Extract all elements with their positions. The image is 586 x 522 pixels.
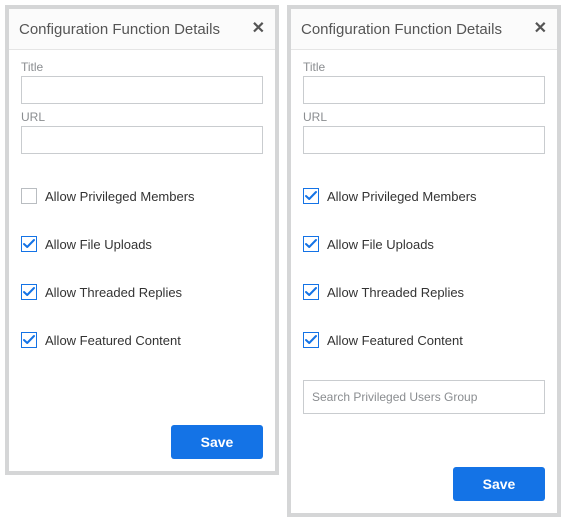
config-panel-right: Configuration Function Details ✕ Title U… [287, 5, 561, 517]
allow-threads-label: Allow Threaded Replies [45, 285, 182, 300]
panel-footer: Save [159, 413, 275, 471]
panel-header: Configuration Function Details ✕ [9, 9, 275, 50]
config-panel-left: Configuration Function Details ✕ Title U… [5, 5, 279, 475]
panel-footer: Save [441, 455, 557, 513]
checkbox-group: Allow Privileged Members Allow File Uplo… [21, 188, 263, 348]
title-input[interactable] [303, 76, 545, 104]
url-input[interactable] [21, 126, 263, 154]
allow-featured-checkbox[interactable] [21, 332, 37, 348]
panel-title: Configuration Function Details [301, 21, 502, 38]
panel-header: Configuration Function Details ✕ [291, 9, 557, 50]
allow-privileged-label: Allow Privileged Members [45, 189, 195, 204]
allow-threads-checkbox[interactable] [21, 284, 37, 300]
allow-featured-checkbox[interactable] [303, 332, 319, 348]
url-label: URL [303, 110, 545, 124]
url-label: URL [21, 110, 263, 124]
allow-privileged-label: Allow Privileged Members [327, 189, 477, 204]
close-icon[interactable]: ✕ [252, 21, 265, 37]
allow-uploads-label: Allow File Uploads [45, 237, 152, 252]
save-button[interactable]: Save [171, 425, 263, 459]
save-button[interactable]: Save [453, 467, 545, 501]
allow-threads-label: Allow Threaded Replies [327, 285, 464, 300]
allow-privileged-checkbox[interactable] [303, 188, 319, 204]
allow-threads-checkbox[interactable] [303, 284, 319, 300]
title-input[interactable] [21, 76, 263, 104]
panel-body: Title URL Allow Privileged Members Allow… [9, 50, 275, 348]
search-privileged-input[interactable] [303, 380, 545, 414]
title-label: Title [21, 60, 263, 74]
allow-privileged-checkbox[interactable] [21, 188, 37, 204]
close-icon[interactable]: ✕ [534, 21, 547, 37]
allow-featured-label: Allow Featured Content [327, 333, 463, 348]
url-input[interactable] [303, 126, 545, 154]
allow-featured-label: Allow Featured Content [45, 333, 181, 348]
panel-body: Title URL Allow Privileged Members Allow… [291, 50, 557, 414]
allow-uploads-checkbox[interactable] [21, 236, 37, 252]
checkbox-group: Allow Privileged Members Allow File Uplo… [303, 188, 545, 348]
title-label: Title [303, 60, 545, 74]
allow-uploads-checkbox[interactable] [303, 236, 319, 252]
allow-uploads-label: Allow File Uploads [327, 237, 434, 252]
panel-title: Configuration Function Details [19, 21, 220, 38]
